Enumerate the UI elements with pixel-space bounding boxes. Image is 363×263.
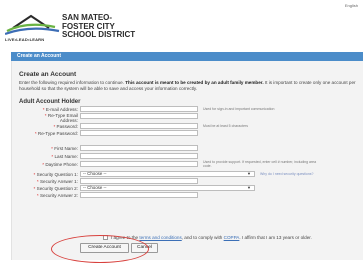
email-field[interactable]: [80, 106, 198, 112]
cancel-button[interactable]: Cancel: [131, 243, 158, 253]
chevron-down-icon: ▼: [247, 171, 251, 176]
last-name-label: * Last Name:: [51, 154, 78, 159]
retype-email-label: * Re-Type Email Address:: [44, 113, 78, 123]
form-heading: Create an Account: [19, 71, 77, 78]
security-question-2-select[interactable]: -- Choose -- ▼: [80, 185, 255, 191]
password-field[interactable]: [80, 123, 198, 129]
agree-checkbox[interactable]: [103, 235, 108, 240]
district-tagline: LIVE•LEAD•LEARN: [5, 37, 45, 42]
security-questions-help-link[interactable]: Why do I need security questions?: [260, 172, 314, 176]
district-name: SAN MATEO- FOSTER CITY SCHOOL DISTRICT: [62, 13, 136, 39]
daytime-phone-label: * Daytime Phone:: [42, 162, 78, 167]
terms-link[interactable]: terms and conditions: [139, 235, 181, 240]
district-logo-icon: [5, 14, 60, 36]
retype-password-field[interactable]: [80, 130, 198, 136]
first-name-label: * First Name:: [51, 146, 78, 151]
security-answer-2-field[interactable]: [80, 192, 198, 198]
last-name-field[interactable]: [80, 153, 198, 159]
create-account-button[interactable]: Create Account: [80, 243, 129, 253]
security-answer-1-label: * Security Answer 1:: [36, 179, 78, 184]
security-question-1-label: * Security Question 1:: [33, 172, 78, 177]
security-answer-1-field[interactable]: [80, 178, 198, 184]
language-selector[interactable]: English: [345, 3, 358, 8]
chevron-down-icon: ▼: [247, 185, 251, 190]
agree-text: I agree to the terms and conditions, and…: [111, 235, 312, 240]
retype-password-label: * Re-Type Password:: [34, 131, 78, 136]
email-label: * E-mail Address:: [42, 107, 78, 112]
district-logo: SAN MATEO- FOSTER CITY SCHOOL DISTRICT L…: [5, 11, 205, 45]
form-intro: Enter the following required information…: [19, 80, 356, 91]
daytime-phone-field[interactable]: [80, 161, 198, 167]
first-name-field[interactable]: [80, 145, 198, 151]
security-question-2-label: * Security Question 2:: [33, 186, 78, 191]
security-answer-2-label: * Security Answer 2:: [36, 193, 78, 198]
page-banner: Create an Account: [11, 52, 363, 61]
security-question-1-select[interactable]: -- Choose -- ▼: [80, 171, 255, 177]
section-title: Adult Account Holder: [19, 99, 81, 105]
password-label: * Password:: [53, 124, 78, 129]
retype-email-field[interactable]: [80, 113, 198, 119]
email-hint: Used for sign-in and important communica…: [203, 107, 275, 111]
password-hint: Must be at least 5 characters: [203, 124, 248, 128]
phone-hint: Used to provide support. If requested, e…: [203, 160, 317, 168]
coppa-link[interactable]: COPPA: [224, 235, 240, 240]
